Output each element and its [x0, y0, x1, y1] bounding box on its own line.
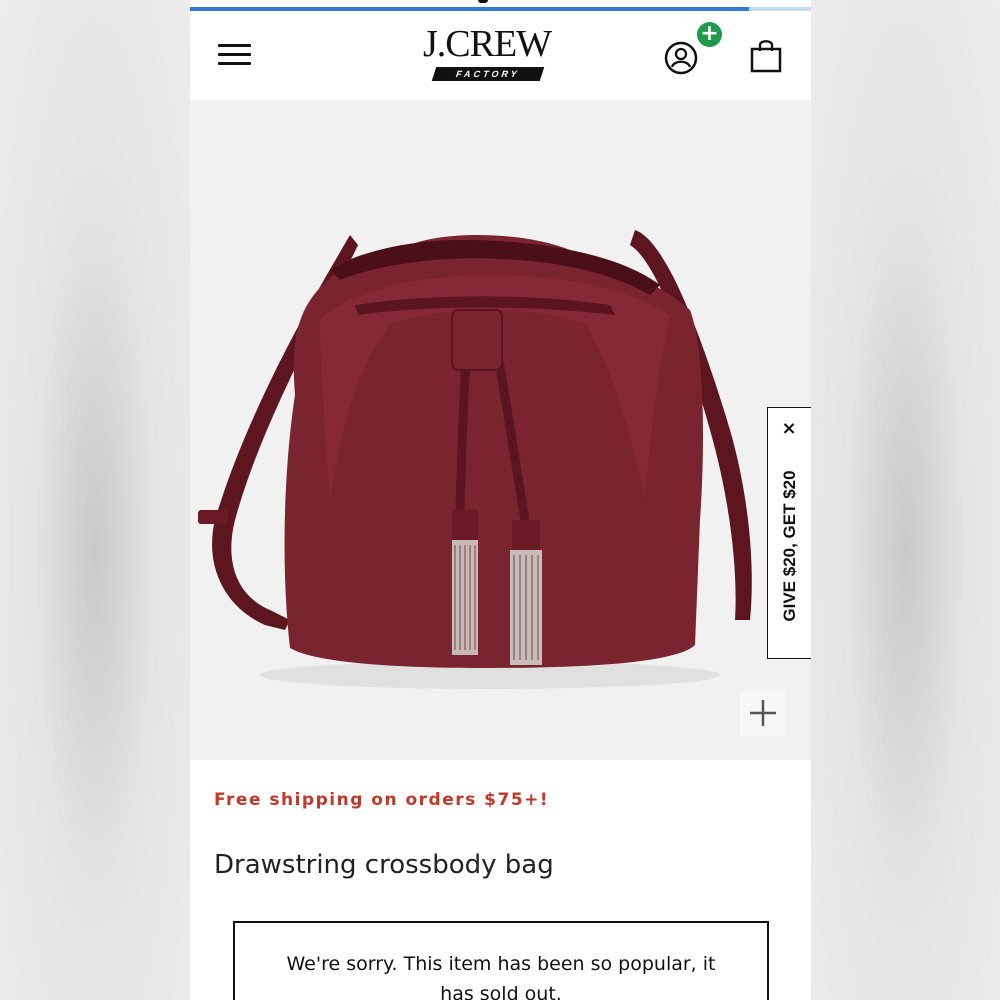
zoom-button[interactable] [740, 690, 786, 736]
user-account-icon [664, 41, 698, 75]
shopping-bag-icon [750, 40, 782, 73]
sold-out-message: We're sorry. This item has been so popul… [286, 953, 716, 1000]
menu-button[interactable] [214, 39, 256, 69]
hamburger-menu-icon-bar [218, 53, 251, 56]
product-image-area: × GIVE $20, GET $20 [190, 100, 811, 760]
hamburger-menu-icon-bar [218, 62, 251, 65]
close-icon[interactable]: × [768, 418, 810, 439]
referral-promo-tab[interactable]: × GIVE $20, GET $20 [767, 407, 811, 659]
sold-out-notice: We're sorry. This item has been so popul… [233, 921, 769, 1000]
product-photo[interactable] [190, 100, 811, 760]
status-indicator [478, 0, 488, 3]
brand-logo[interactable]: J.CREW FACTORY [412, 25, 562, 87]
blurred-background-left [0, 0, 190, 1000]
referral-promo-label: GIVE $20, GET $20 [780, 470, 799, 622]
blurred-background-right [811, 0, 1000, 1000]
hamburger-menu-icon [218, 44, 251, 47]
brand-logo-subtitle: FACTORY [431, 67, 545, 81]
account-button[interactable] [664, 39, 702, 77]
shopping-bag-button[interactable] [748, 37, 784, 75]
brand-logo-wordmark: J.CREW [422, 23, 552, 65]
site-header: J.CREW FACTORY + [190, 11, 811, 100]
mobile-screen: J.CREW FACTORY + × GIVE $20, GET $20 Fre… [190, 0, 811, 1000]
plus-icon [750, 700, 776, 726]
product-title: Drawstring crossbody bag [214, 850, 554, 880]
account-plus-badge: + [697, 22, 722, 47]
shipping-promo: Free shipping on orders $75+! [214, 790, 550, 810]
